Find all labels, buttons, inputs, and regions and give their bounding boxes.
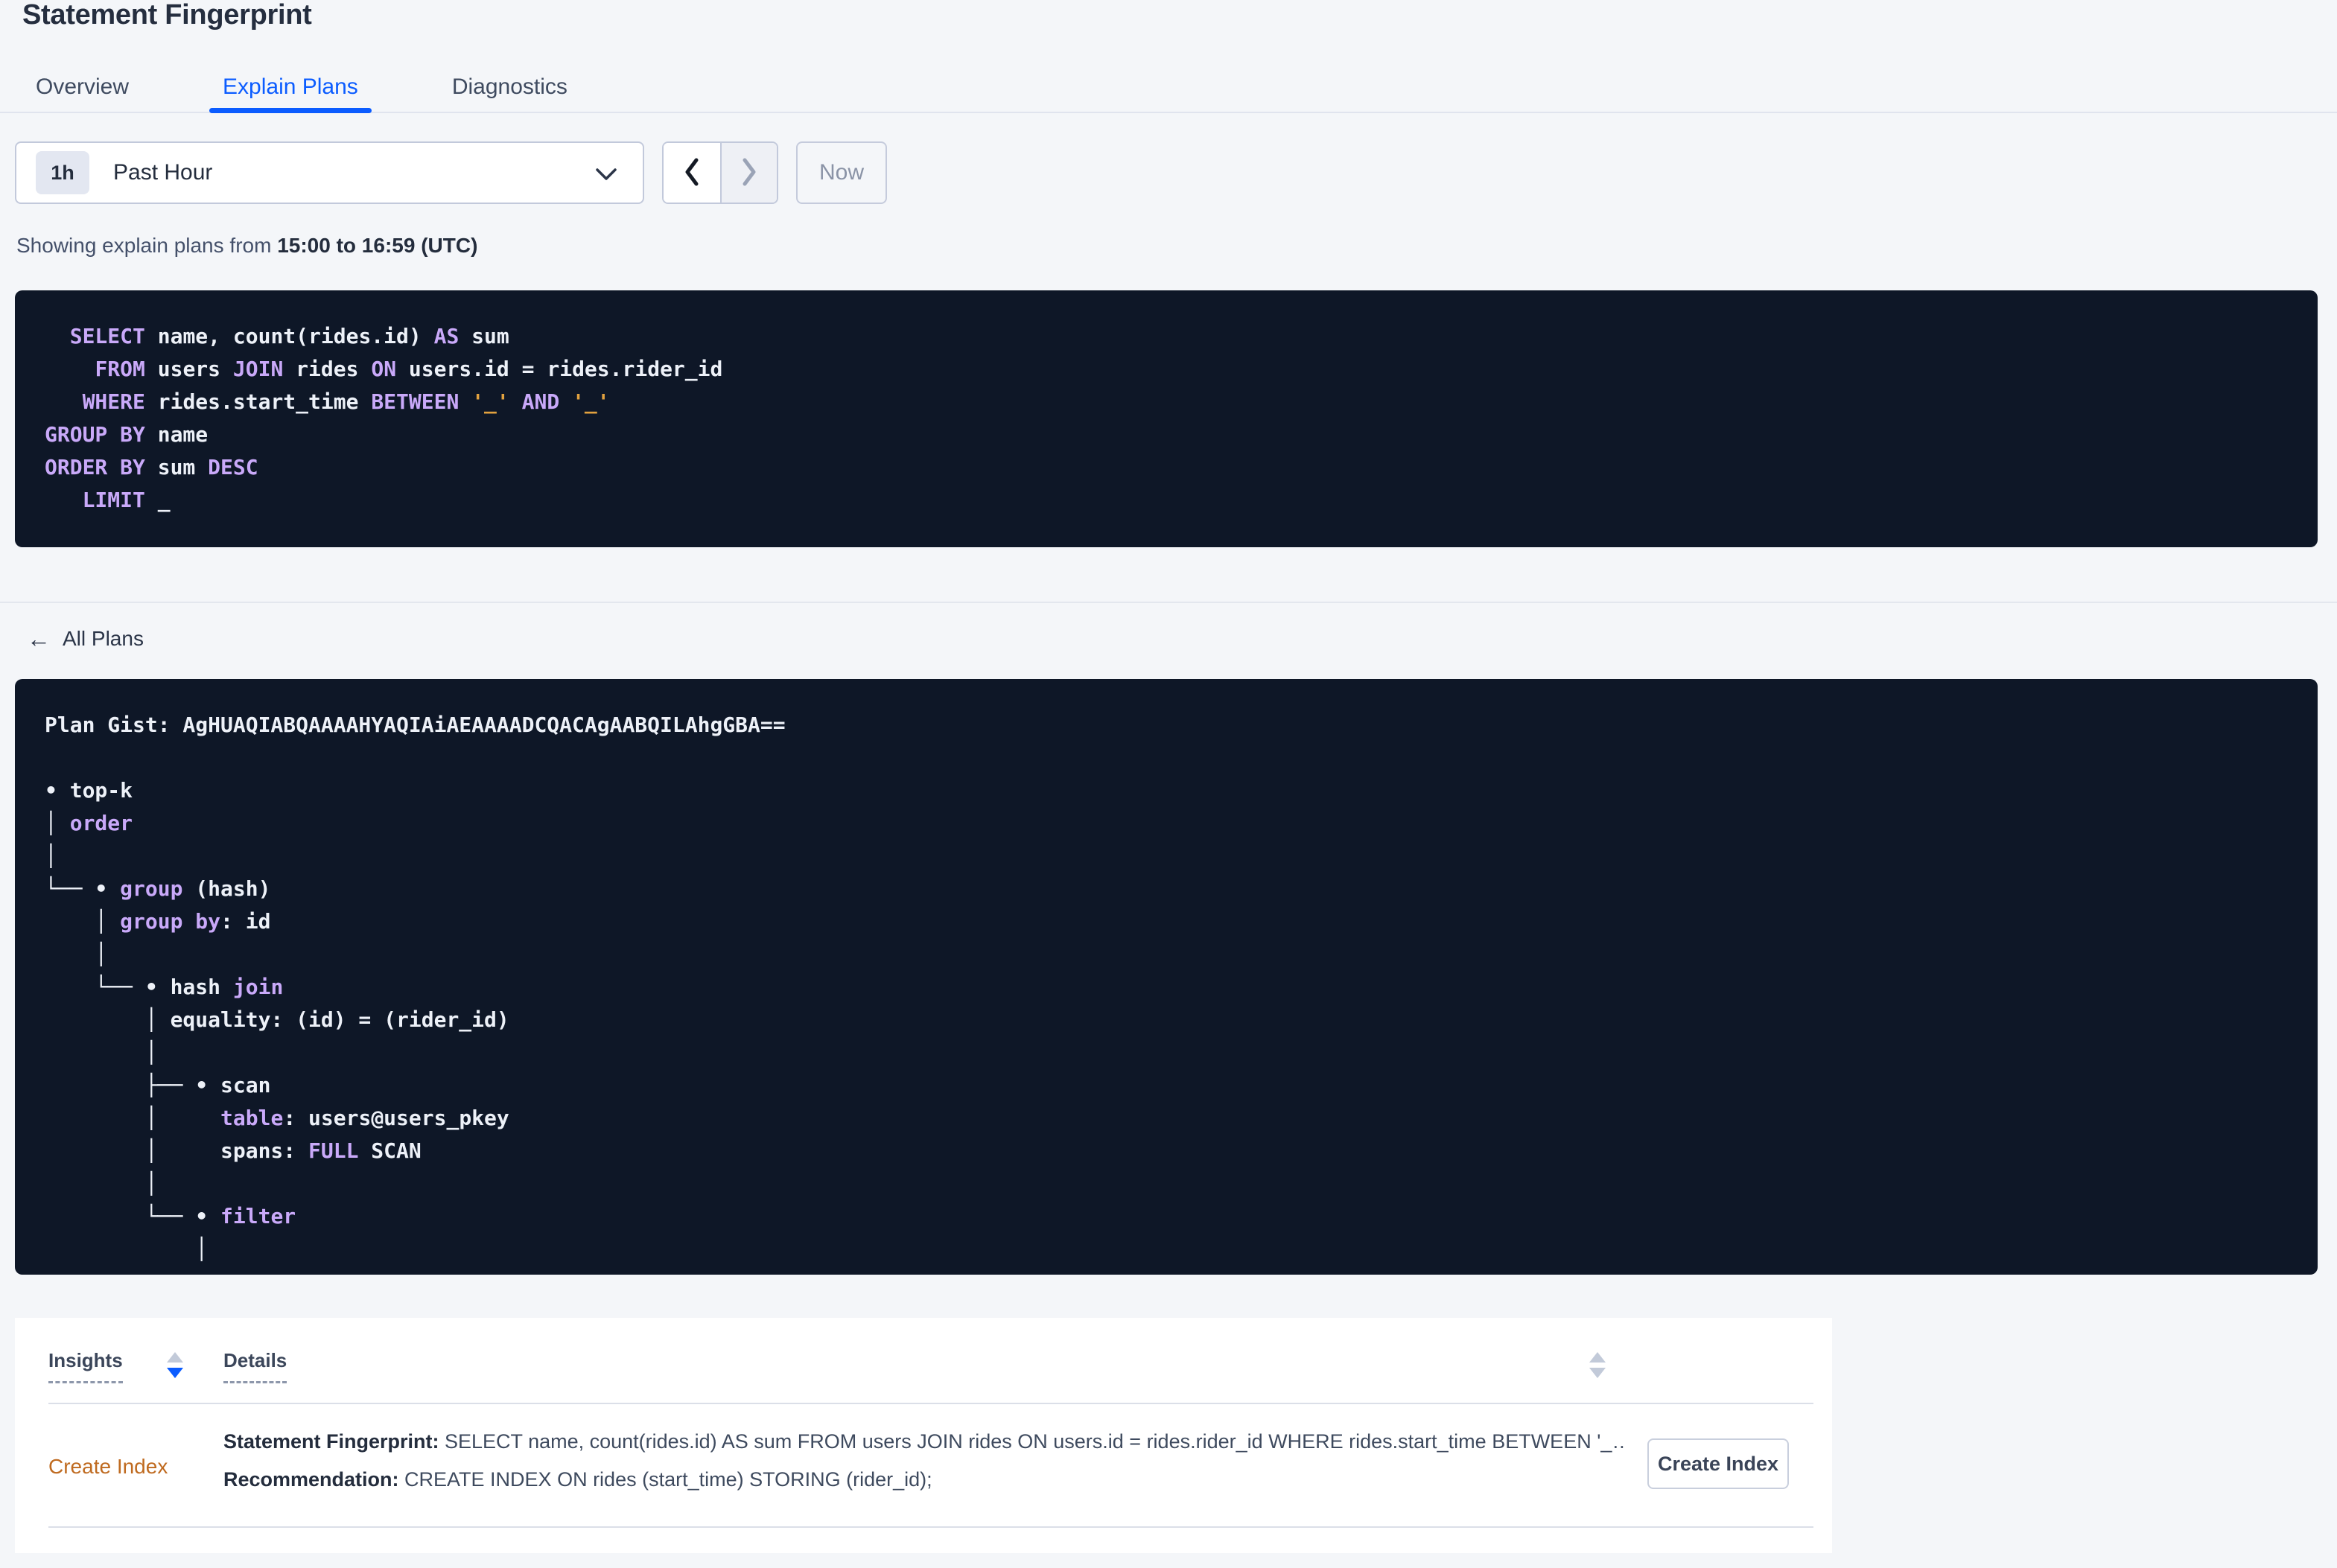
all-plans-label: All Plans (63, 627, 144, 650)
details-recommendation-label: Recommendation: (223, 1468, 399, 1491)
caption-range: 15:00 to 16:59 (UTC) (277, 234, 478, 257)
code-line: │ (45, 1040, 158, 1065)
sort-down-triangle (167, 1368, 183, 1378)
time-range-label: Past Hour (113, 160, 213, 185)
plan-gist-block: Plan Gist: AgHUAQIABQAAAAHYAQIAiAEAAAADC… (15, 679, 2318, 1275)
create-index-button[interactable]: Create Index (1647, 1438, 1789, 1489)
chevron-right-icon (739, 156, 760, 190)
details-cell: Statement Fingerprint: SELECT name, coun… (223, 1427, 1624, 1494)
sql-statement-block: SELECT name, count(rides.id) AS sum FROM… (15, 290, 2318, 547)
details-recommendation-line: Recommendation: CREATE INDEX ON rides (s… (223, 1465, 1624, 1494)
previous-interval-button[interactable] (664, 143, 720, 203)
sort-down-triangle (1589, 1368, 1606, 1378)
statement-fingerprint-page: Statement Fingerprint Overview Explain P… (0, 0, 2337, 1568)
tab-diagnostics[interactable]: Diagnostics (439, 63, 581, 112)
tab-explain-plans[interactable]: Explain Plans (209, 63, 372, 113)
time-range-caption: Showing explain plans from 15:00 to 16:5… (16, 232, 477, 259)
all-plans-link[interactable]: ← All Plans (27, 627, 144, 651)
code-line: LIMIT _ (82, 488, 171, 512)
chevron-down-icon (595, 168, 617, 186)
sort-icon-details[interactable] (1589, 1352, 1606, 1378)
page-title: Statement Fingerprint (22, 0, 312, 31)
tab-bar: Overview Explain Plans Diagnostics (0, 63, 2337, 113)
code-line: • top-k (45, 778, 133, 803)
code-line: └── • filter (45, 1204, 296, 1228)
insights-table-card: Insights Details Create Index Statement … (15, 1318, 1832, 1553)
column-header-insights[interactable]: Insights (48, 1349, 123, 1383)
sort-up-triangle (167, 1352, 183, 1363)
details-statement-label: Statement Fingerprint: (223, 1430, 439, 1453)
chevron-left-icon (681, 156, 702, 190)
details-statement-line: Statement Fingerprint: SELECT name, coun… (223, 1427, 1624, 1456)
insight-type-link[interactable]: Create Index (48, 1450, 168, 1483)
code-line: WHERE rides.start_time BETWEEN '_' AND '… (82, 389, 610, 414)
next-interval-button[interactable] (720, 143, 777, 203)
code-line: └── • group (hash) (45, 876, 271, 901)
sort-icon-insights[interactable] (167, 1352, 183, 1378)
code-line: └── • hash join (45, 975, 284, 999)
section-divider (0, 602, 2337, 603)
details-recommendation-text: CREATE INDEX ON rides (start_time) STORI… (398, 1468, 932, 1491)
table-row-divider (48, 1526, 1813, 1528)
code-line: ├── • scan (45, 1073, 271, 1097)
code-line: │ order (45, 811, 133, 835)
table-header-divider (48, 1403, 1813, 1404)
code-line: │ group by: id (45, 909, 271, 934)
code-line: ORDER BY sum DESC (45, 455, 258, 479)
time-range-badge: 1h (36, 151, 89, 194)
now-button[interactable]: Now (796, 141, 887, 204)
time-controls: 1h Past Hour Now (15, 141, 887, 204)
sort-up-triangle (1589, 1352, 1606, 1363)
code-line: │ spans: FULL SCAN (45, 1138, 422, 1163)
code-line: │ table: users@users_pkey (45, 1106, 509, 1130)
time-step-buttons (662, 141, 778, 204)
details-statement-text: SELECT name, count(rides.id) AS sum FROM… (439, 1430, 1624, 1453)
code-line: SELECT name, count(rides.id) AS sum (69, 324, 509, 348)
code-line: Plan Gist: AgHUAQIABQAAAAHYAQIAiAEAAAADC… (45, 713, 786, 737)
code-line: │ equality: (id) = (rider_id) (45, 1007, 509, 1032)
code-line: │ (45, 1171, 158, 1196)
caption-prefix: Showing explain plans from (16, 234, 278, 257)
back-arrow-icon: ← (27, 625, 51, 652)
column-header-details[interactable]: Details (223, 1349, 287, 1383)
code-line: │ (45, 844, 57, 868)
tab-overview[interactable]: Overview (22, 63, 142, 112)
code-line: │ (45, 942, 108, 966)
time-range-dropdown[interactable]: 1h Past Hour (15, 141, 644, 204)
code-line: GROUP BY name (45, 422, 209, 447)
code-line: FROM users JOIN rides ON users.id = ride… (95, 357, 723, 381)
code-line: │ (45, 1237, 209, 1261)
